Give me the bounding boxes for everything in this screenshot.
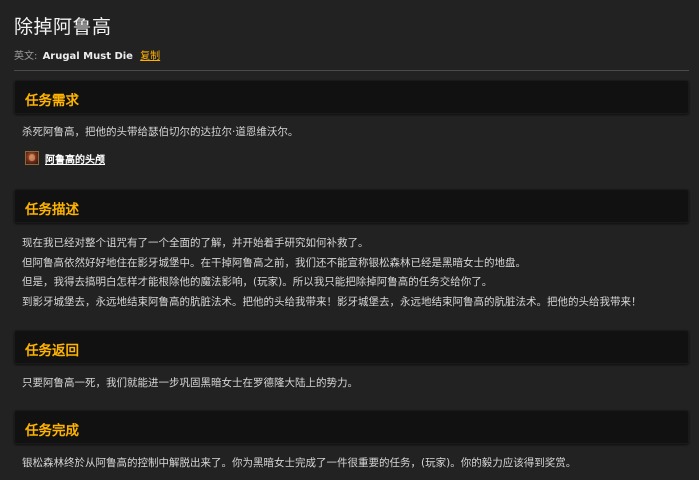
english-name-row: 英文: Arugal Must Die 复制 <box>14 47 160 62</box>
completion-heading: 任务完成 <box>25 423 79 439</box>
description-line: 现在我已经对整个诅咒有了一个全面的了解，并开始着手研究如何补救了。 <box>22 237 369 249</box>
required-item[interactable]: 阿鲁高的头颅 <box>25 150 105 166</box>
page-title: 除掉阿鲁高 <box>14 16 112 38</box>
completion-text: 银松森林终於从阿鲁高的控制中解脱出来了。你为黑暗女士完成了一件很重要的任务，(玩… <box>22 457 577 469</box>
english-label: 英文: <box>14 51 38 62</box>
return-header: 任务返回 <box>14 330 689 364</box>
description-heading: 任务描述 <box>25 202 79 218</box>
english-quest-name: Arugal Must Die <box>42 51 133 62</box>
return-text: 只要阿鲁高一死，我们就能进一步巩固黑暗女士在罗德隆大陆上的势力。 <box>22 377 358 389</box>
requirements-text: 杀死阿鲁高，把他的头带给瑟伯切尔的达拉尔·道恩维沃尔。 <box>22 126 299 138</box>
description-line: 到影牙城堡去，永远地结束阿鲁高的肮脏法术。把他的头给我带来！影牙城堡去，永远地结… <box>22 296 642 308</box>
completion-header: 任务完成 <box>14 410 689 444</box>
return-heading: 任务返回 <box>25 343 79 359</box>
description-line: 但是，我得去搞明白怎样才能根除他的魔法影响，(玩家)。所以我只能把除掉阿鲁高的任… <box>22 276 493 288</box>
description-header: 任务描述 <box>14 189 689 223</box>
quest-page: 除掉阿鲁高 英文: Arugal Must Die 复制 任务需求 杀死阿鲁高，… <box>0 0 699 480</box>
arugal-head-icon <box>25 151 39 165</box>
required-item-link[interactable]: 阿鲁高的头颅 <box>45 151 105 166</box>
title-divider <box>14 70 689 71</box>
description-line: 但阿鲁高依然好好地住在影牙城堡中。在干掉阿鲁高之前，我们还不能宣称银松森林已经是… <box>22 257 526 269</box>
requirements-heading: 任务需求 <box>25 93 79 109</box>
requirements-header: 任务需求 <box>14 80 689 114</box>
copy-link[interactable]: 复制 <box>140 51 160 62</box>
